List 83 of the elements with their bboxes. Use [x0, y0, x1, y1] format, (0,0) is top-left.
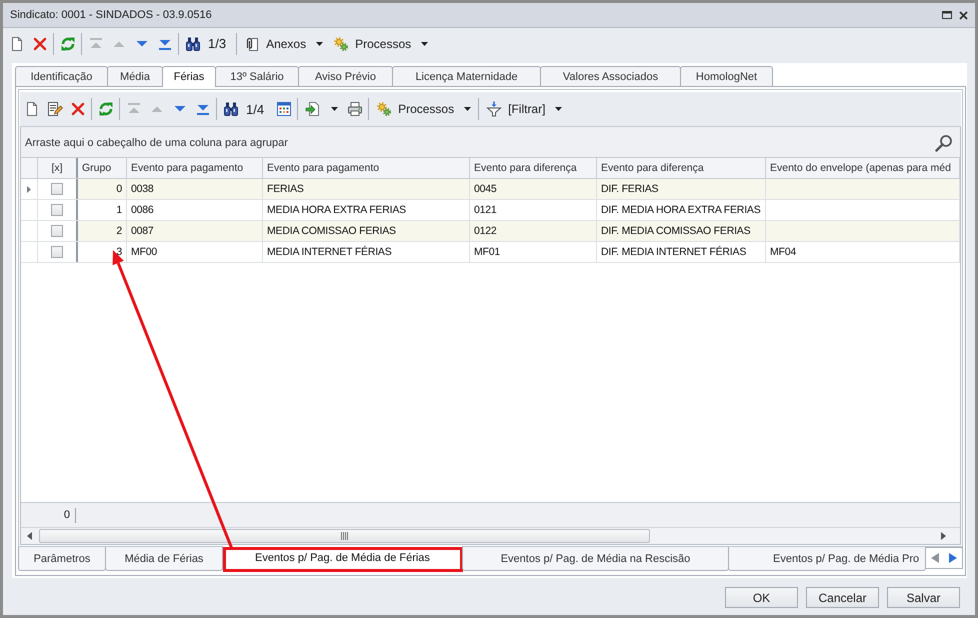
record-counter: 1/3	[207, 36, 228, 51]
cross-icon	[70, 101, 86, 117]
table-cell: 2	[78, 221, 127, 241]
page-arrow-icon	[305, 101, 322, 117]
tab[interactable]: Eventos p/ Pag. de Média na Rescisão	[462, 547, 729, 571]
tab[interactable]: Valores Associados	[540, 66, 681, 86]
tab-scroll-left-icon[interactable]	[931, 553, 939, 563]
filter-button[interactable]: [Filtrar]	[481, 97, 568, 121]
binoculars-icon	[184, 36, 200, 52]
column-header[interactable]: Evento para diferença	[470, 158, 597, 178]
column-header[interactable]: Grupo	[78, 158, 127, 178]
tab[interactable]: Licença Maternidade	[392, 66, 541, 86]
horizontal-scrollbar[interactable]	[21, 527, 960, 544]
table-cell: DIF. MEDIA HORA EXTRA FERIAS	[597, 200, 766, 220]
table-row[interactable]: 1 0086 MEDIA HORA EXTRA FERIAS 0121 DIF. MEDIA HORA EXTRA FERIAS	[21, 200, 960, 221]
table-cell: 0045	[470, 179, 597, 199]
attachments-button[interactable]: Anexos	[239, 32, 328, 56]
row-checkbox[interactable]	[51, 183, 63, 195]
refresh-icon	[60, 36, 76, 52]
page-pencil-icon	[46, 101, 62, 117]
binoculars-icon	[222, 101, 238, 117]
processes-button[interactable]: Processos	[328, 32, 434, 56]
table-cell: FERIAS	[263, 179, 470, 199]
tab[interactable]: 13º Salário	[215, 66, 299, 86]
row-checkbox[interactable]	[51, 204, 63, 216]
tab[interactable]: Férias	[162, 66, 216, 87]
column-header[interactable]: Evento para pagamento	[127, 158, 263, 178]
dialog-button[interactable]: Salvar	[887, 587, 960, 608]
tab[interactable]: Parâmetros	[18, 547, 106, 571]
record-counter: 1/4	[245, 102, 266, 116]
scrollbar-thumb[interactable]	[39, 529, 650, 543]
printer-icon	[346, 101, 363, 117]
table-cell: 0	[78, 179, 127, 199]
column-header[interactable]: Evento do envelope (apenas para méd	[766, 158, 960, 178]
tab[interactable]: HomologNet	[680, 66, 773, 86]
row-checkbox[interactable]	[51, 225, 63, 237]
tab-scroll-right-icon[interactable]	[949, 553, 957, 563]
table-cell: MEDIA HORA EXTRA FERIAS	[263, 200, 470, 220]
window-title: Sindicato: 0001 - SINDADOS - 03.9.0516	[10, 9, 213, 21]
table-row[interactable]: 0 0038 FERIAS 0045 DIF. FERIAS	[21, 179, 960, 200]
table-cell: 0121	[470, 200, 597, 220]
tab[interactable]: Aviso Prévio	[298, 66, 393, 86]
column-header[interactable]: Evento para diferença	[597, 158, 766, 178]
grip-icon	[341, 532, 348, 540]
cross-icon	[32, 36, 48, 52]
tab[interactable]: Eventos p/ Pag. de Média Pro	[728, 547, 926, 571]
table-cell: 0087	[127, 221, 263, 241]
table-cell: MF00	[127, 242, 263, 262]
gears-icon	[333, 36, 350, 52]
funnel-icon	[486, 101, 502, 117]
gears-icon	[376, 101, 392, 117]
table-cell: MF04	[766, 242, 960, 262]
dialog-button[interactable]: Cancelar	[806, 587, 879, 608]
table-cell: 0122	[470, 221, 597, 241]
table-cell: DIF. MEDIA INTERNET FÉRIAS	[597, 242, 766, 262]
table-row[interactable]: 2 0087 MEDIA COMISSAO FERIAS 0122 DIF. MEDIA COMISSAO FERIAS	[21, 221, 960, 242]
table-cell: DIF. MEDIA COMISSAO FERIAS	[597, 221, 766, 241]
maximize-icon[interactable]	[942, 11, 952, 19]
scroll-right-icon[interactable]	[941, 532, 946, 540]
table-row[interactable]: 3 MF00 MEDIA INTERNET FÉRIAS MF01 DIF. MEDIA INTERNET FÉRIAS MF04	[21, 242, 960, 263]
grid-icon	[276, 101, 292, 117]
table-cell: 0038	[127, 179, 263, 199]
table-cell: 1	[78, 200, 127, 220]
tab[interactable]: Média de Férias	[105, 547, 223, 571]
dialog-button[interactable]: OK	[725, 587, 798, 608]
table-cell: DIF. FERIAS	[597, 179, 766, 199]
scroll-left-icon[interactable]	[27, 532, 32, 540]
column-header[interactable]: Evento para pagamento	[263, 158, 470, 178]
table-cell: MEDIA COMISSAO FERIAS	[263, 221, 470, 241]
group-by-hint: Arraste aqui o cabeçalho de uma coluna para agrupar	[25, 137, 288, 149]
paperclip-icon	[244, 36, 260, 52]
tab[interactable]: Identificação	[15, 66, 108, 86]
processes-button[interactable]: Processos	[371, 97, 476, 121]
search-icon[interactable]	[935, 134, 953, 152]
table-cell: 0086	[127, 200, 263, 220]
refresh-icon	[98, 101, 114, 117]
table-cell: MEDIA INTERNET FÉRIAS	[263, 242, 470, 262]
close-icon[interactable]	[959, 10, 968, 20]
tab[interactable]: Eventos p/ Pag. de Média de Férias	[222, 546, 463, 571]
row-checkbox[interactable]	[51, 246, 63, 258]
table-cell: MF01	[470, 242, 597, 262]
summary-value: 0	[21, 508, 76, 522]
tab[interactable]: Média	[107, 66, 163, 86]
